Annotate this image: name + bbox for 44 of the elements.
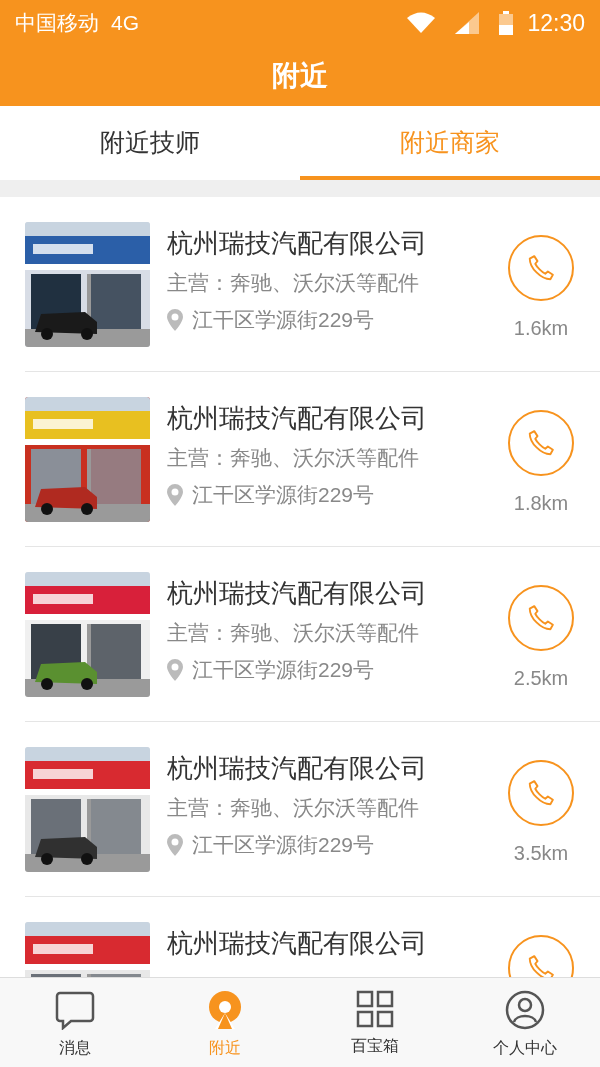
- user-icon: [505, 990, 545, 1030]
- shop-name: 杭州瑞技汽配有限公司: [167, 577, 428, 610]
- chat-icon: [55, 990, 95, 1030]
- location-pin-icon: [167, 659, 183, 681]
- shop-address: 江干区学源街229号: [192, 307, 375, 333]
- signal-icon: [455, 12, 480, 34]
- phone-icon: [526, 778, 556, 808]
- network-text: 4G: [111, 10, 139, 37]
- distance-text: 3.5km: [512, 841, 570, 866]
- distance-text: 1.8km: [512, 491, 570, 516]
- page-title: 附近: [272, 59, 328, 93]
- wifi-icon: [407, 12, 436, 34]
- shop-business: 主营：奔驰、沃尔沃等配件: [167, 270, 420, 296]
- call-button[interactable]: [508, 410, 574, 476]
- phone-icon: [526, 953, 556, 977]
- phone-icon: [526, 253, 556, 283]
- phone-icon: [526, 603, 556, 633]
- call-button[interactable]: [508, 585, 574, 651]
- location-pin-icon: [167, 484, 183, 506]
- nav-item[interactable]: 百宝箱: [300, 978, 450, 1067]
- distance-text: 1.6km: [512, 316, 570, 341]
- shop-name: 杭州瑞技汽配有限公司: [167, 227, 428, 260]
- location-pin-icon: [167, 309, 183, 331]
- tab[interactable]: 附近技师: [0, 106, 300, 180]
- time-text: 12:30: [527, 8, 585, 38]
- shop-name: 杭州瑞技汽配有限公司: [167, 752, 428, 785]
- distance-text: 2.5km: [512, 666, 570, 691]
- nav-item[interactable]: 个人中心: [450, 978, 600, 1067]
- shop-address: 江干区学源街229号: [192, 832, 375, 858]
- call-button[interactable]: [508, 235, 574, 301]
- shop-business: 主营：奔驰、沃尔沃等配件: [167, 620, 420, 646]
- shop-business: 主营：奔驰、沃尔沃等配件: [167, 445, 420, 471]
- phone-icon: [526, 428, 556, 458]
- shop-name: 杭州瑞技汽配有限公司: [167, 927, 428, 960]
- grid-icon: [356, 990, 394, 1028]
- location-pin-icon: [167, 834, 183, 856]
- carrier-text: 中国移动: [15, 10, 99, 37]
- battery-icon: [499, 11, 514, 35]
- shop-address: 江干区学源街229号: [192, 482, 375, 508]
- nav-item[interactable]: 消息: [0, 978, 150, 1067]
- shop-address: 江干区学源街229号: [192, 657, 375, 683]
- shop-business: 主营：奔驰、沃尔沃等配件: [167, 795, 420, 821]
- shop-name: 杭州瑞技汽配有限公司: [167, 402, 428, 435]
- call-button[interactable]: [508, 760, 574, 826]
